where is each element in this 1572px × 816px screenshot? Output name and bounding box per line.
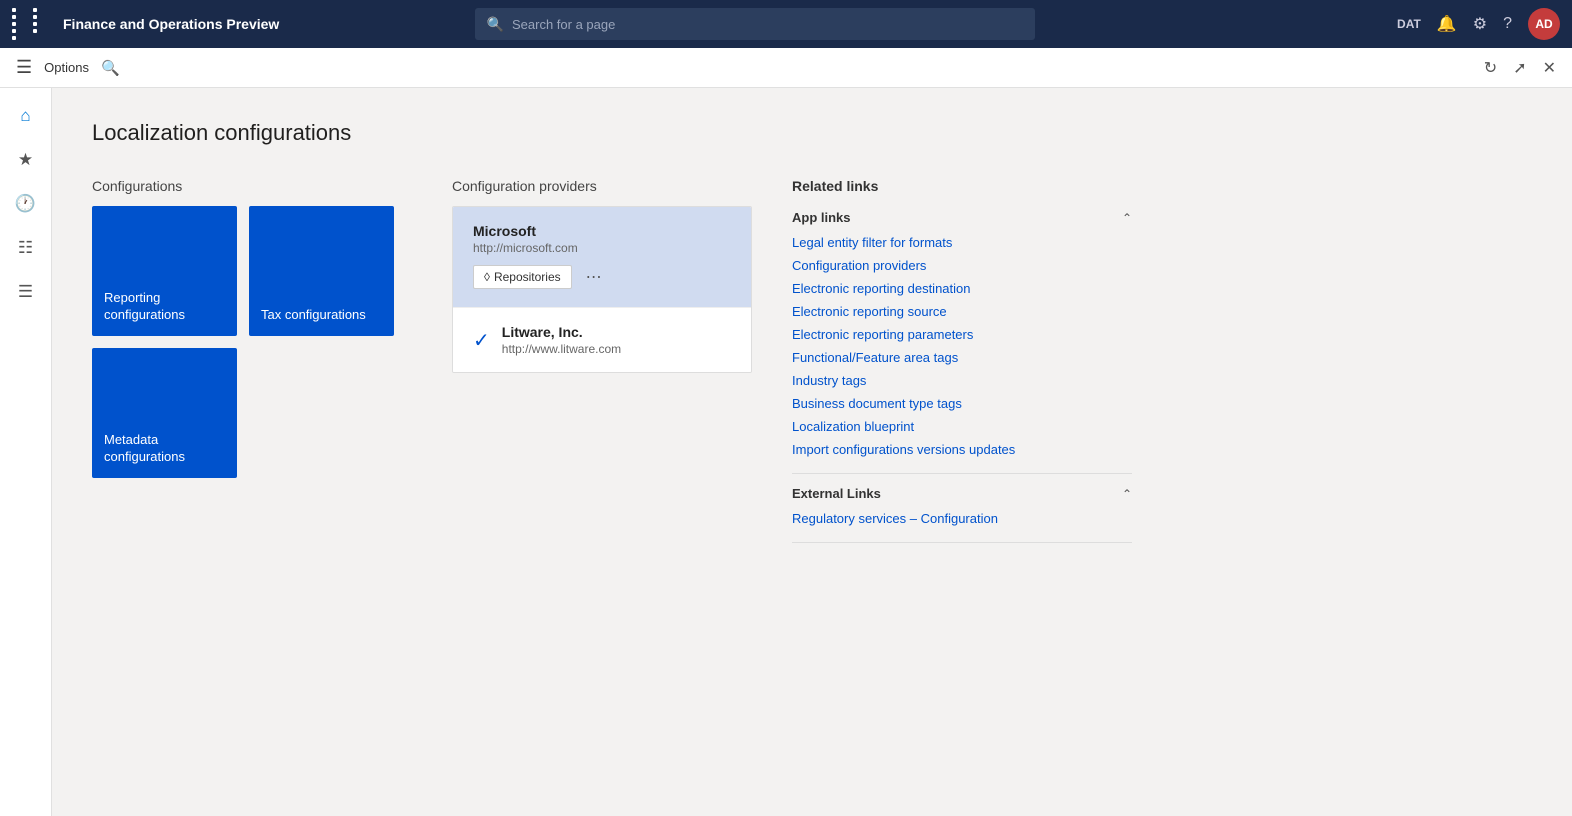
close-icon[interactable]: ✕ <box>1543 58 1556 78</box>
link-import-configs[interactable]: Import configurations versions updates <box>792 442 1132 457</box>
search-input[interactable] <box>512 17 1023 32</box>
help-icon[interactable]: ? <box>1503 15 1512 33</box>
provider-litware-info: Litware, Inc. http://www.litware.com <box>502 324 731 356</box>
sidebar-item-favorites[interactable]: ★ <box>6 140 46 180</box>
app-links-header: App links ⌃ <box>792 210 1132 225</box>
popout-icon[interactable]: ➚ <box>1513 58 1526 78</box>
link-er-destination[interactable]: Electronic reporting destination <box>792 281 1132 296</box>
link-functional-tags[interactable]: Functional/Feature area tags <box>792 350 1132 365</box>
sidebar-item-recent[interactable]: 🕐 <box>6 184 46 224</box>
settings-icon[interactable]: ⚙ <box>1473 14 1487 34</box>
more-button[interactable]: ⋯ <box>580 263 608 291</box>
links-divider-2 <box>792 542 1132 543</box>
avatar[interactable]: AD <box>1528 8 1560 40</box>
app-grid-icon[interactable] <box>12 8 51 40</box>
sidebar-item-modules[interactable]: ☰ <box>6 272 46 312</box>
sub-toolbar: ☰ Options 🔍 ↻ ➚ ✕ <box>0 48 1572 88</box>
related-links-title: Related links <box>792 178 1132 194</box>
app-title: Finance and Operations Preview <box>63 16 279 32</box>
app-links-collapse-icon[interactable]: ⌃ <box>1122 211 1132 225</box>
link-regulatory-services[interactable]: Regulatory services – Configuration <box>792 511 1132 526</box>
sidebar-item-workspaces[interactable]: ☷ <box>6 228 46 268</box>
page-title: Localization configurations <box>92 120 1532 146</box>
tax-configurations-tile[interactable]: Tax configurations <box>249 206 394 336</box>
configs-section: Configurations Reporting configurations … <box>92 178 1532 555</box>
provider-microsoft: Microsoft http://microsoft.com ◊ Reposit… <box>453 207 751 308</box>
link-config-providers[interactable]: Configuration providers <box>792 258 1132 273</box>
links-divider-1 <box>792 473 1132 474</box>
app-links-label: App links <box>792 210 851 225</box>
options-label: Options <box>44 60 89 75</box>
database-icon: ◊ <box>484 270 490 284</box>
sidebar-item-home[interactable]: ⌂ <box>6 96 46 136</box>
provider-microsoft-name: Microsoft <box>473 223 731 239</box>
top-bar: Finance and Operations Preview 🔍 DAT 🔔 ⚙… <box>0 0 1572 48</box>
repositories-button[interactable]: ◊ Repositories <box>473 265 572 289</box>
configurations-column: Configurations Reporting configurations … <box>92 178 452 555</box>
link-legal-entity-filter[interactable]: Legal entity filter for formats <box>792 235 1132 250</box>
refresh-icon[interactable]: ↻ <box>1484 58 1497 78</box>
search-bar[interactable]: 🔍 <box>475 8 1035 40</box>
config-tiles: Reporting configurations Tax configurati… <box>92 206 452 478</box>
metadata-configurations-tile[interactable]: Metadata configurations <box>92 348 237 478</box>
external-links-header: External Links ⌃ <box>792 486 1132 501</box>
external-links-collapse-icon[interactable]: ⌃ <box>1122 487 1132 501</box>
provider-litware-url: http://www.litware.com <box>502 342 731 356</box>
providers-column: Configuration providers Microsoft http:/… <box>452 178 752 555</box>
notification-icon[interactable]: 🔔 <box>1437 14 1457 34</box>
provider-microsoft-actions: ◊ Repositories ⋯ <box>473 263 731 291</box>
app-links-list: Legal entity filter for formats Configur… <box>792 235 1132 457</box>
link-industry-tags[interactable]: Industry tags <box>792 373 1132 388</box>
search-icon: 🔍 <box>487 16 504 33</box>
configurations-label: Configurations <box>92 178 452 194</box>
link-business-doc-tags[interactable]: Business document type tags <box>792 396 1132 411</box>
related-links-column: Related links App links ⌃ Legal entity f… <box>792 178 1132 555</box>
subtoolbar-search-icon[interactable]: 🔍 <box>101 59 120 77</box>
check-icon: ✓ <box>473 328 490 353</box>
main-content: Localization configurations Configuratio… <box>52 88 1572 816</box>
left-sidebar: ⌂ ★ 🕐 ☷ ☰ <box>0 88 52 816</box>
provider-litware: ✓ Litware, Inc. http://www.litware.com <box>453 308 751 372</box>
providers-label: Configuration providers <box>452 178 752 194</box>
external-links-label: External Links <box>792 486 881 501</box>
link-er-parameters[interactable]: Electronic reporting parameters <box>792 327 1132 342</box>
link-localization-blueprint[interactable]: Localization blueprint <box>792 419 1132 434</box>
provider-litware-inner: ✓ Litware, Inc. http://www.litware.com <box>473 324 731 356</box>
link-er-source[interactable]: Electronic reporting source <box>792 304 1132 319</box>
top-bar-right: DAT 🔔 ⚙ ? AD <box>1397 8 1560 40</box>
provider-microsoft-url: http://microsoft.com <box>473 241 731 255</box>
provider-litware-name: Litware, Inc. <box>502 324 731 340</box>
subtoolbar-right: ↻ ➚ ✕ <box>1484 58 1556 78</box>
reporting-configurations-tile[interactable]: Reporting configurations <box>92 206 237 336</box>
providers-list: Microsoft http://microsoft.com ◊ Reposit… <box>452 206 752 373</box>
external-links-list: Regulatory services – Configuration <box>792 511 1132 526</box>
env-label: DAT <box>1397 17 1421 31</box>
hamburger-icon[interactable]: ☰ <box>16 57 32 78</box>
